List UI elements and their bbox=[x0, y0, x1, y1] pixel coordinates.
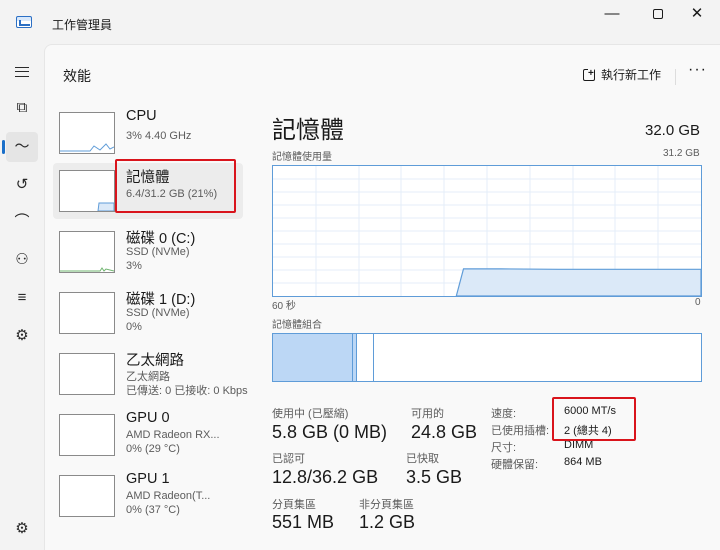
usage-graph-max: 31.2 GB bbox=[663, 148, 700, 159]
run-new-task-label: 執行新工作 bbox=[601, 68, 662, 82]
committed-value: 12.8/36.2 GB bbox=[272, 467, 379, 487]
device-item-disk0[interactable]: 磁碟 0 (C:) SSD (NVMe) 3% bbox=[53, 224, 243, 280]
hardware-reserved-label: 硬體保留: bbox=[491, 459, 539, 471]
available-label: 可用的 bbox=[411, 408, 444, 420]
startup-icon: ⌒ bbox=[14, 213, 30, 230]
disk0-thumbnail bbox=[59, 231, 115, 273]
title-bar: 工作管理員 — ✕ bbox=[0, 0, 720, 44]
graph-time-start: 60 秒 bbox=[272, 301, 296, 312]
composition-standby bbox=[357, 334, 375, 381]
task-manager-icon bbox=[16, 16, 32, 28]
nav-settings-button[interactable]: ⚙ bbox=[6, 514, 38, 544]
slots-used-label: 已使用插槽: bbox=[491, 425, 550, 437]
device-name: GPU 1 bbox=[126, 471, 170, 487]
nav-details-button[interactable]: ≡ bbox=[6, 283, 38, 313]
minimize-button[interactable]: — bbox=[589, 0, 635, 30]
processes-icon: ⧉ bbox=[16, 99, 28, 116]
cached-label: 已快取 bbox=[406, 453, 439, 465]
device-item-gpu1[interactable]: GPU 1 AMD Radeon(T... 0% (37 °C) bbox=[53, 468, 243, 524]
device-item-gpu0[interactable]: GPU 0 AMD Radeon RX... 0% (29 °C) bbox=[53, 407, 243, 463]
hamburger-icon bbox=[15, 67, 29, 78]
memory-total: 32.0 GB bbox=[645, 122, 701, 139]
in-use-label: 使用中 (已壓縮) bbox=[272, 408, 349, 420]
composition-in-use bbox=[273, 334, 353, 381]
memory-usage-graph bbox=[272, 165, 702, 297]
memory-item-highlight bbox=[115, 159, 236, 213]
device-detail: SSD (NVMe) bbox=[126, 307, 190, 319]
device-name: 乙太網路 bbox=[126, 353, 184, 369]
header-divider bbox=[675, 69, 676, 85]
ethernet-thumbnail bbox=[59, 353, 115, 395]
run-task-icon bbox=[583, 69, 595, 81]
history-icon: ↺ bbox=[15, 176, 29, 193]
services-icon: ⚙ bbox=[15, 327, 29, 344]
gpu1-thumbnail bbox=[59, 475, 115, 517]
device-usage: 0% bbox=[126, 321, 142, 333]
page-title: 效能 bbox=[63, 68, 91, 84]
device-item-disk1[interactable]: 磁碟 1 (D:) SSD (NVMe) 0% bbox=[53, 285, 243, 341]
nonpaged-pool-label: 非分頁集區 bbox=[359, 499, 414, 511]
disk1-thumbnail bbox=[59, 292, 115, 334]
memory-composition-bar bbox=[272, 333, 702, 382]
device-name: CPU bbox=[126, 108, 157, 124]
nav-performance-button[interactable]: 〜 bbox=[2, 132, 38, 162]
device-usage: 3% bbox=[126, 260, 142, 272]
nav-users-button[interactable]: ⚇ bbox=[6, 245, 38, 275]
window-title: 工作管理員 bbox=[52, 18, 113, 32]
nav-rail: ⧉ 〜 ↺ ⌒ ⚇ ≡ ⚙ ⚙ bbox=[0, 44, 44, 550]
disk0-thumbnail-graph bbox=[60, 267, 114, 272]
cached-value: 3.5 GB bbox=[406, 467, 463, 487]
performance-page: 效能 執行新工作 ··· CPU 3% 4.40 GHz 記憶體 6.4/31.… bbox=[44, 44, 720, 550]
device-item-cpu[interactable]: CPU 3% 4.40 GHz bbox=[53, 105, 243, 161]
device-usage: 0% (29 °C) bbox=[126, 443, 180, 455]
form-factor-label: 尺寸: bbox=[491, 442, 517, 454]
run-new-task-button[interactable]: 執行新工作 bbox=[583, 66, 661, 83]
committed-label: 已認可 bbox=[272, 453, 305, 465]
cpu-thumbnail-graph bbox=[60, 143, 114, 152]
device-detail: AMD Radeon RX... bbox=[126, 429, 220, 441]
gpu0-thumbnail bbox=[59, 414, 115, 456]
hamburger-menu-button[interactable] bbox=[6, 57, 38, 87]
close-button[interactable]: ✕ bbox=[674, 0, 720, 30]
device-detail: AMD Radeon(T... bbox=[126, 490, 211, 502]
device-name: 磁碟 0 (C:) bbox=[126, 231, 196, 247]
paged-pool-label: 分頁集區 bbox=[272, 499, 316, 511]
nonpaged-pool-value: 1.2 GB bbox=[359, 512, 416, 532]
device-detail: 3% 4.40 GHz bbox=[126, 130, 192, 142]
cpu-thumbnail bbox=[59, 112, 115, 154]
available-value: 24.8 GB bbox=[411, 422, 478, 442]
memory-usage-chart bbox=[273, 166, 702, 297]
device-usage: 0% (37 °C) bbox=[126, 504, 180, 516]
nav-startup-button[interactable]: ⌒ bbox=[6, 207, 38, 237]
speed-slots-highlight bbox=[552, 397, 636, 441]
settings-icon: ⚙ bbox=[15, 520, 29, 537]
device-item-ethernet[interactable]: 乙太網路 乙太網路 已傳送: 0 已接收: 0 Kbps bbox=[53, 346, 248, 402]
nav-app-history-button[interactable]: ↺ bbox=[6, 170, 38, 200]
users-icon: ⚇ bbox=[15, 251, 29, 268]
device-detail: SSD (NVMe) bbox=[126, 246, 190, 258]
memory-thumbnail-graph bbox=[97, 202, 114, 211]
nav-services-button[interactable]: ⚙ bbox=[6, 321, 38, 351]
more-options-button[interactable]: ··· bbox=[688, 61, 707, 79]
hardware-reserved-value: 864 MB bbox=[564, 456, 602, 468]
device-name: GPU 0 bbox=[126, 410, 170, 426]
details-icon: ≡ bbox=[17, 289, 27, 306]
usage-graph-label: 記憶體使用量 bbox=[272, 152, 332, 163]
speed-label: 速度: bbox=[491, 408, 517, 420]
composition-label: 記憶體組合 bbox=[272, 320, 322, 331]
paged-pool-value: 551 MB bbox=[272, 512, 335, 532]
in-use-value: 5.8 GB (0 MB) bbox=[272, 422, 388, 442]
performance-icon: 〜 bbox=[14, 138, 30, 155]
memory-usage-area bbox=[455, 268, 702, 297]
memory-thumbnail bbox=[59, 170, 115, 212]
device-name: 磁碟 1 (D:) bbox=[126, 292, 196, 308]
device-throughput: 已傳送: 0 已接收: 0 Kbps bbox=[126, 385, 248, 397]
detail-title: 記憶體 bbox=[272, 117, 344, 144]
maximize-icon bbox=[653, 9, 663, 20]
graph-time-end: 0 bbox=[695, 297, 701, 308]
nav-processes-button[interactable]: ⧉ bbox=[6, 93, 38, 123]
